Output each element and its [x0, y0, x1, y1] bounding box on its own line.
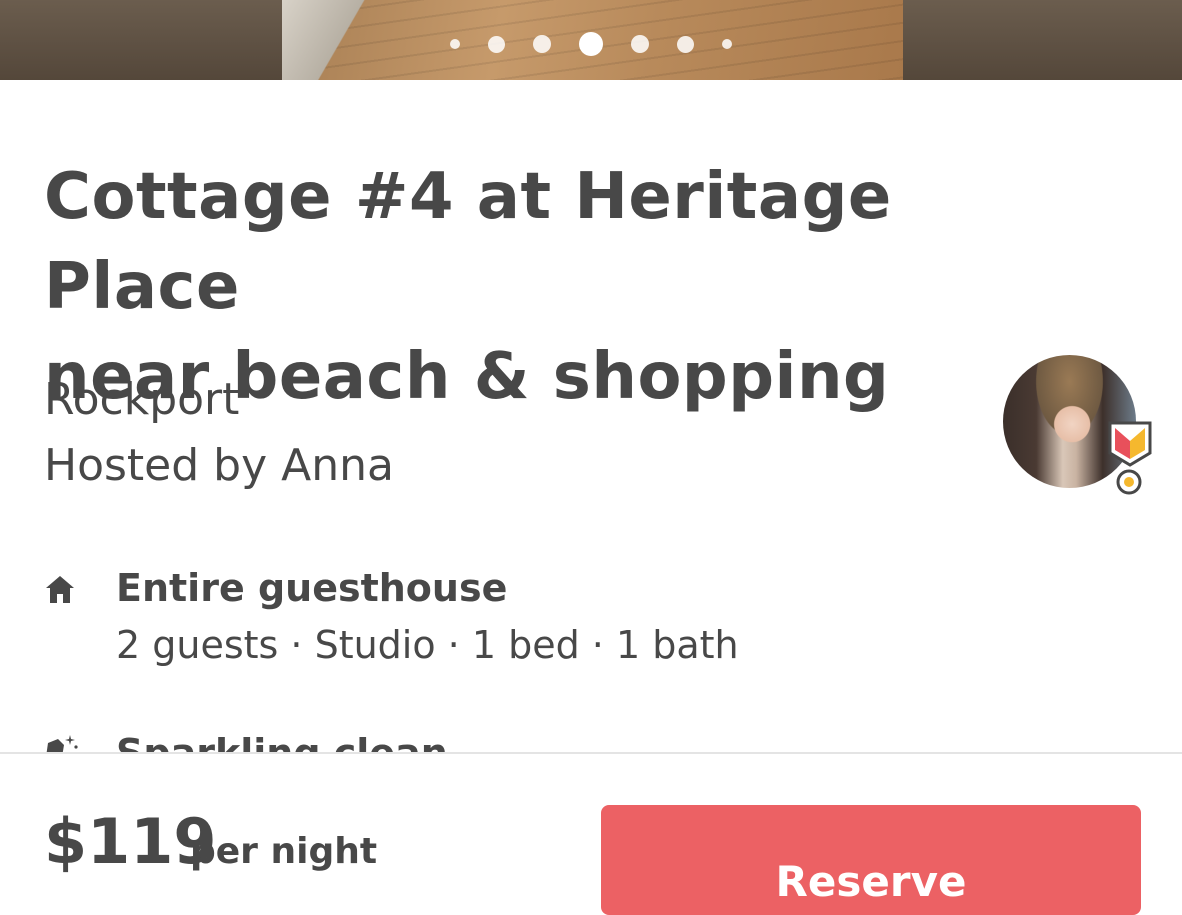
- home-icon: [46, 576, 74, 603]
- reserve-button[interactable]: Reserve: [601, 805, 1141, 915]
- listing-location: Rockport: [44, 374, 240, 425]
- highlight-subtitle: 2 guests · Studio · 1 bed · 1 bath: [116, 623, 739, 667]
- gallery-dot-active: [579, 32, 603, 56]
- gallery-dot: [631, 35, 649, 53]
- superhost-badge-icon: [1108, 421, 1152, 495]
- gallery-pagination-dots: [0, 32, 1182, 56]
- listing-title-line-1: Cottage #4 at Heritage Place: [44, 160, 892, 324]
- gallery-dot: [450, 39, 460, 49]
- gallery-dot: [488, 35, 505, 53]
- gallery-dot: [533, 35, 551, 53]
- highlight-title: Entire guesthouse: [116, 566, 508, 610]
- host-name: Hosted by Anna: [44, 440, 394, 491]
- gallery-dot: [677, 35, 694, 53]
- photo-gallery[interactable]: [0, 0, 1182, 80]
- booking-footer: $119 per night Reserve: [0, 752, 1182, 915]
- gallery-dot: [722, 39, 732, 49]
- price-unit: per night: [190, 831, 378, 872]
